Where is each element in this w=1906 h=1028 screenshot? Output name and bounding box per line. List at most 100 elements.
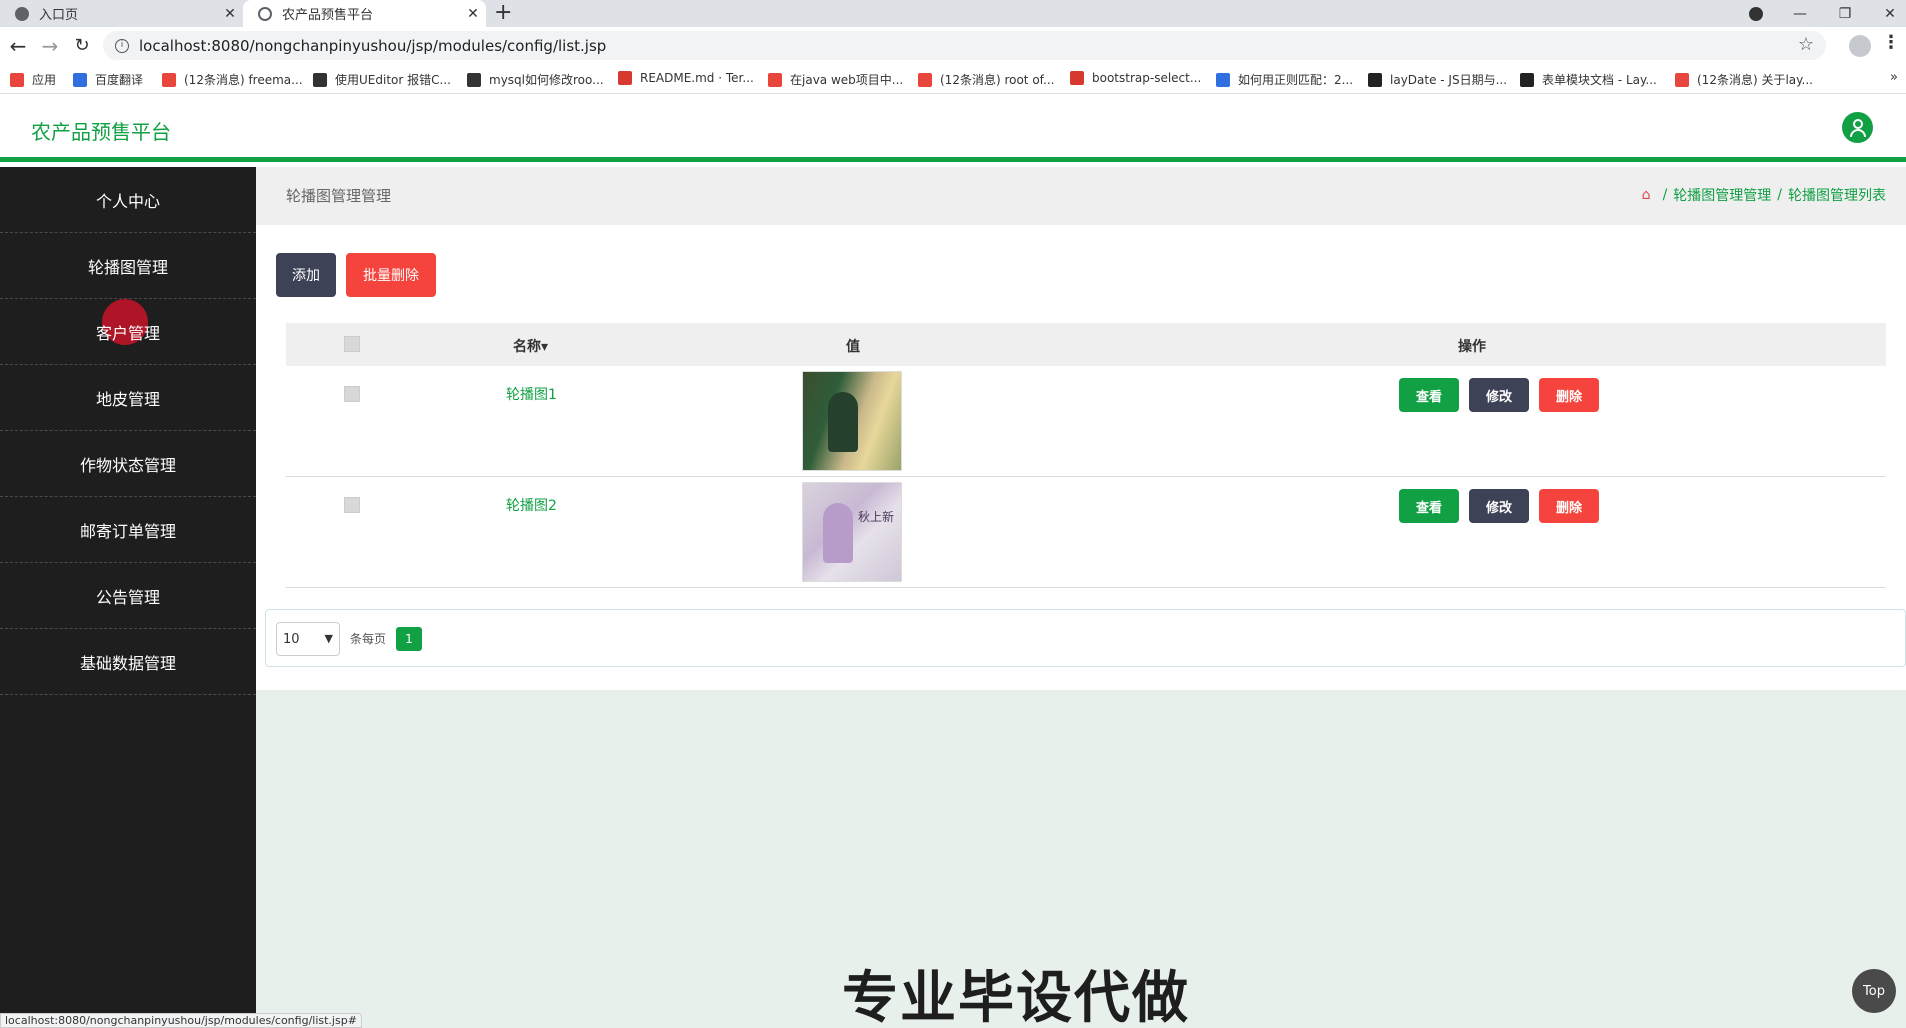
thumbnail-figure <box>823 503 853 563</box>
bookmark-icon <box>618 71 632 85</box>
page-size-select[interactable]: 10 ▼ <box>276 622 340 656</box>
sidebar-item-mail-orders[interactable]: 邮寄订单管理 <box>0 497 256 563</box>
tab-search-icon[interactable] <box>1744 0 1768 27</box>
restore-icon[interactable]: ❐ <box>1830 0 1860 27</box>
bookmark-item[interactable]: 应用 <box>10 71 56 88</box>
breadcrumb-item[interactable]: 轮播图管理列表 <box>1788 185 1886 205</box>
row-checkbox[interactable] <box>344 386 360 402</box>
delete-button[interactable]: 删除 <box>1539 378 1599 412</box>
row-name[interactable]: 轮播图2 <box>506 495 557 515</box>
bookmark-item[interactable]: README.md · Ter... <box>618 71 754 85</box>
browser-tabstrip: 入口页 ✕ 农产品预售平台 ✕ + — ❐ ✕ <box>0 0 1906 27</box>
add-button[interactable]: 添加 <box>276 253 336 297</box>
user-icon[interactable] <box>1842 112 1873 143</box>
view-button[interactable]: 查看 <box>1399 378 1459 412</box>
address-bar[interactable]: i localhost:8080/nongchanpinyushou/jsp/m… <box>103 31 1826 60</box>
close-icon[interactable]: ✕ <box>460 6 486 22</box>
row-thumbnail[interactable] <box>802 371 902 471</box>
bookmark-label: (12条消息) root of... <box>940 73 1055 87</box>
minimize-icon[interactable]: — <box>1785 0 1815 27</box>
bookmark-label: (12条消息) 关于lay... <box>1697 73 1813 87</box>
home-icon[interactable]: ⌂ <box>1642 187 1651 203</box>
bookmark-label: 使用UEditor 报错C... <box>335 73 451 87</box>
globe-icon <box>15 6 29 21</box>
bookmark-item[interactable]: bootstrap-select... <box>1070 71 1201 85</box>
sidebar-item-label: 地皮管理 <box>95 389 160 409</box>
url-text[interactable]: localhost:8080/nongchanpinyushou/jsp/mod… <box>139 37 606 55</box>
breadcrumb-separator: / <box>1662 187 1668 203</box>
row-thumbnail[interactable]: 秋上新 <box>802 482 902 582</box>
page-size-value: 10 <box>283 631 300 647</box>
bookmark-label: 百度翻译 <box>95 73 144 87</box>
sidebar-item-notices[interactable]: 公告管理 <box>0 563 256 629</box>
chevron-down-icon: ▼ <box>324 632 333 645</box>
profile-icon[interactable] <box>1849 35 1871 57</box>
forward-arrow-icon[interactable]: → <box>35 27 65 64</box>
bookmark-label: 在java web项目中... <box>790 73 904 87</box>
column-header-label: 名称 <box>513 339 541 355</box>
back-to-top-button[interactable]: Top <box>1852 969 1896 1013</box>
edit-button[interactable]: 修改 <box>1469 378 1529 412</box>
bookmark-icon <box>1675 72 1689 87</box>
app-title[interactable]: 农产品预售平台 <box>31 116 171 145</box>
window-close-icon[interactable]: ✕ <box>1875 0 1905 27</box>
star-icon[interactable]: ☆ <box>1798 34 1814 55</box>
view-button[interactable]: 查看 <box>1399 489 1459 523</box>
sidebar-item-crop-status[interactable]: 作物状态管理 <box>0 431 256 497</box>
bookmark-item[interactable]: 百度翻译 <box>73 71 143 88</box>
sidebar-item-label: 作物状态管理 <box>79 455 176 475</box>
tab-title: 入口页 <box>39 8 79 23</box>
bookmark-icon <box>768 72 782 87</box>
bookmark-icon <box>162 72 176 87</box>
tab-title: 农产品预售平台 <box>282 8 374 23</box>
back-arrow-icon[interactable]: ← <box>3 27 33 64</box>
bookmark-item[interactable]: (12条消息) root of... <box>918 71 1054 88</box>
table-header: 名称▾ 值 操作 <box>286 323 1886 366</box>
sidebar-item-carousel[interactable]: 轮播图管理 <box>0 233 256 299</box>
bookmark-label: 如何用正则匹配：2... <box>1238 73 1354 87</box>
bookmark-item[interactable]: 如何用正则匹配：2... <box>1216 71 1353 88</box>
close-icon[interactable]: ✕ <box>217 6 243 22</box>
bookmark-icon <box>1070 71 1084 85</box>
row-name[interactable]: 轮播图1 <box>506 384 557 404</box>
reload-icon[interactable]: ↻ <box>67 27 97 64</box>
page-number-button[interactable]: 1 <box>396 627 422 651</box>
app-header: 农产品预售平台 <box>0 94 1906 162</box>
info-icon[interactable]: i <box>115 38 129 53</box>
bookmark-icon <box>1520 72 1534 87</box>
bookmark-item[interactable]: layDate - JS日期与... <box>1368 71 1507 88</box>
row-checkbox[interactable] <box>344 497 360 513</box>
sidebar-item-base-data[interactable]: 基础数据管理 <box>0 629 256 695</box>
watermark-text: 专业毕设代做 <box>842 966 1190 1028</box>
sidebar-item-profile[interactable]: 个人中心 <box>0 167 256 233</box>
browser-tab-1[interactable]: 入口页 ✕ <box>0 0 243 27</box>
select-all-checkbox[interactable] <box>344 336 360 352</box>
column-header-name[interactable]: 名称▾ <box>513 336 548 356</box>
bookmark-item[interactable]: 表单模块文档 - Lay... <box>1520 71 1657 88</box>
browser-tab-2[interactable]: 农产品预售平台 ✕ <box>243 0 486 27</box>
bookmark-item[interactable]: (12条消息) 关于lay... <box>1675 71 1813 88</box>
sidebar-item-land[interactable]: 地皮管理 <box>0 365 256 431</box>
chevron-right-icon[interactable]: » <box>1890 70 1898 85</box>
bookmark-item[interactable]: 在java web项目中... <box>768 71 903 88</box>
per-page-label: 条每页 <box>350 632 387 646</box>
bookmark-item[interactable]: mysql如何修改roo... <box>467 71 604 88</box>
bookmark-item[interactable]: 使用UEditor 报错C... <box>313 71 451 88</box>
edit-button[interactable]: 修改 <box>1469 489 1529 523</box>
delete-button[interactable]: 删除 <box>1539 489 1599 523</box>
plus-icon[interactable]: + <box>494 1 512 25</box>
bookmark-icon <box>10 72 24 87</box>
bookmark-label: bootstrap-select... <box>1092 71 1202 85</box>
breadcrumb-item[interactable]: 轮播图管理管理 <box>1673 185 1771 205</box>
kebab-menu-icon[interactable]: ⋮ <box>1882 32 1900 53</box>
sidebar-item-label: 个人中心 <box>95 191 160 211</box>
breadcrumb: ⌂ / 轮播图管理管理 / 轮播图管理列表 <box>1642 185 1886 205</box>
bookmark-item[interactable]: (12条消息) freema... <box>162 71 303 88</box>
thumbnail-figure <box>828 392 858 452</box>
batch-delete-button[interactable]: 批量删除 <box>346 253 436 297</box>
sort-caret-icon[interactable]: ▾ <box>541 339 548 355</box>
bookmark-icon <box>313 72 327 87</box>
table-row: 轮播图1 查看 修改 删除 <box>286 366 1886 477</box>
sidebar-item-customers[interactable]: 客户管理 <box>0 299 256 365</box>
bookmark-icon <box>467 72 481 87</box>
